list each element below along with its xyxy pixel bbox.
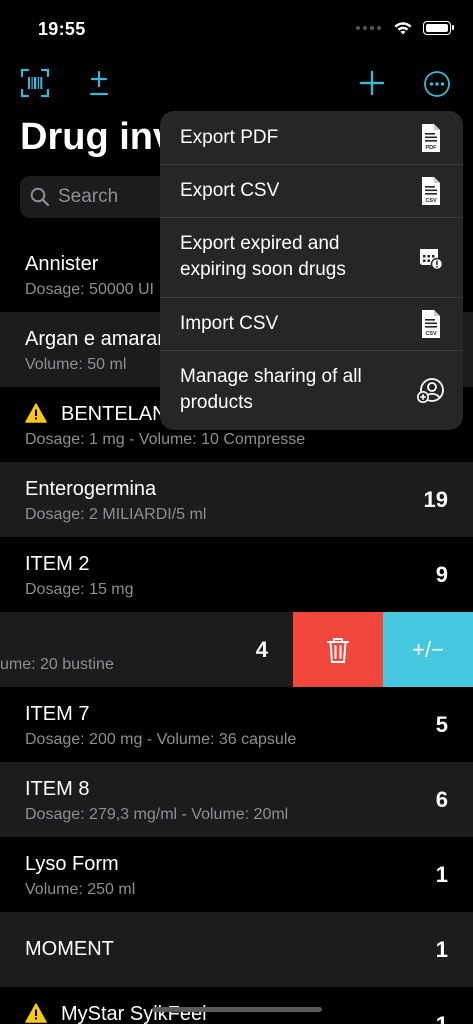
svg-text:CSV: CSV	[425, 331, 437, 337]
drug-details: Dosage: 200 mg - Volume: 36 capsule	[25, 731, 297, 748]
list-item[interactable]: MyStar SylkFeel 1	[0, 987, 473, 1024]
menu-item-label: Export PDF	[180, 127, 279, 148]
drug-details: Dosage: 279,3 mg/ml - Volume: 20ml	[25, 806, 289, 823]
drug-name: ITEM 8	[25, 778, 90, 800]
battery-icon	[423, 21, 454, 35]
drug-name: ITEM 7	[25, 703, 90, 725]
list-item[interactable]: ITEM 8 Dosage: 279,3 mg/ml - Volume: 20m…	[0, 762, 473, 837]
status-time: 19:55	[38, 19, 86, 39]
drug-quantity: 19	[423, 487, 448, 512]
menu-item-export-csv[interactable]: Export CSV CSV	[160, 165, 463, 218]
drug-name: Lyso Form	[25, 853, 119, 875]
status-bar: 19:55	[0, 0, 473, 56]
status-icons	[356, 20, 454, 36]
drug-name: Enterogermina	[25, 478, 157, 500]
add-drug-icon[interactable]	[358, 69, 386, 97]
drug-quantity: 6	[435, 787, 448, 812]
drug-quantity: 9	[435, 562, 448, 587]
menu-item-export-expired[interactable]: Export expired and expiring soon drugs	[160, 218, 463, 298]
menu-item-manage-sharing[interactable]: Manage sharing of all products	[160, 351, 463, 430]
svg-text:CSV: CSV	[425, 198, 437, 204]
export-menu: Export PDF PDF Export CSV CSV Export exp…	[160, 111, 463, 430]
drug-details: Volume: 50 ml	[25, 356, 127, 373]
drug-details: Dosage: 50000 UI	[25, 281, 154, 298]
barcode-scan-icon[interactable]	[20, 68, 50, 98]
svg-text:PDF: PDF	[426, 145, 438, 151]
list-item-swiped[interactable]: ume: 20 bustine 4 +/−	[0, 612, 473, 687]
menu-item-import-csv[interactable]: Import CSV CSV	[160, 298, 463, 351]
list-item[interactable]: ITEM 7 Dosage: 200 mg - Volume: 36 capsu…	[0, 687, 473, 762]
cellular-signal-icon	[356, 26, 381, 30]
menu-item-label: Export CSV	[180, 180, 280, 201]
csv-file-icon: CSV	[422, 177, 440, 205]
pdf-file-icon: PDF	[422, 124, 440, 152]
list-item[interactable]: Lyso Form Volume: 250 ml 1	[0, 837, 473, 912]
drug-details: Dosage: 1 mg - Volume: 10 Compresse	[25, 431, 306, 448]
drug-quantity: 1	[435, 937, 448, 962]
calendar-alert-icon	[420, 249, 443, 271]
warning-icon	[25, 403, 47, 423]
drug-quantity: 5	[435, 712, 448, 737]
trash-icon	[327, 637, 349, 663]
home-indicator[interactable]	[152, 1007, 322, 1012]
person-add-icon	[417, 378, 444, 403]
list-item[interactable]: ITEM 2 Dosage: 15 mg 9	[0, 537, 473, 612]
drug-name: BENTELAN	[61, 403, 167, 425]
drug-details: Dosage: 2 MILIARDI/5 ml	[25, 506, 207, 523]
menu-item-export-pdf[interactable]: Export PDF PDF	[160, 111, 463, 165]
plus-minus-icon[interactable]	[86, 68, 112, 100]
more-options-icon[interactable]	[423, 70, 451, 98]
menu-item-label: Export expired and expiring soon drugs	[180, 233, 346, 280]
drug-details: ume: 20 bustine	[0, 656, 114, 673]
adjust-quantity-button[interactable]: +/−	[383, 612, 473, 687]
menu-item-label: Manage sharing of all products	[180, 366, 362, 413]
csv-file-icon: CSV	[422, 310, 440, 338]
wifi-icon	[394, 22, 412, 35]
drug-name: Annister	[25, 253, 99, 275]
menu-item-label: Import CSV	[180, 313, 279, 334]
drug-name-row: BENTELAN	[25, 403, 167, 426]
drug-quantity: 1	[435, 862, 448, 887]
warning-icon	[25, 1003, 47, 1023]
list-item[interactable]: Enterogermina Dosage: 2 MILIARDI/5 ml 19	[0, 462, 473, 537]
drug-name: ITEM 2	[25, 553, 90, 575]
drug-name: MOMENT	[25, 938, 114, 960]
drug-details: Volume: 250 ml	[25, 881, 136, 898]
search-icon	[30, 187, 50, 207]
list-item[interactable]: MOMENT 1	[0, 912, 473, 987]
delete-button[interactable]	[293, 612, 383, 687]
drug-quantity: 1	[436, 1012, 448, 1024]
drug-quantity: 4	[255, 637, 268, 662]
drug-details: Dosage: 15 mg	[25, 581, 134, 598]
